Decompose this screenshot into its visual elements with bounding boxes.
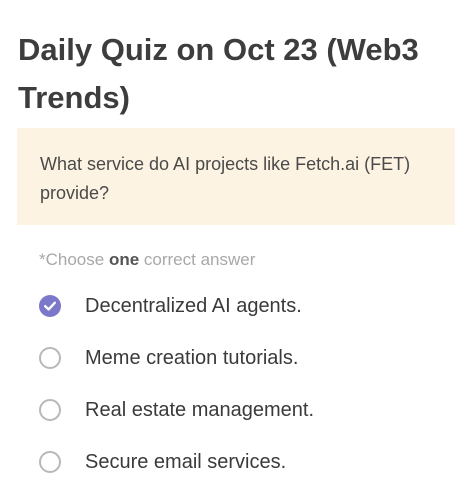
quiz-title: Daily Quiz on Oct 23 (Web3 Trends) [18, 32, 419, 115]
question-card: What service do AI projects like Fetch.a… [17, 128, 455, 225]
answer-option-label: Meme creation tutorials. [85, 346, 299, 369]
hint-prefix: *Choose [39, 250, 109, 269]
check-circle-icon[interactable] [39, 295, 61, 317]
answer-option-1[interactable]: Decentralized AI agents. [39, 280, 459, 332]
answer-option-3[interactable]: Real estate management. [39, 384, 459, 436]
answer-option-label: Real estate management. [85, 398, 315, 421]
hint-suffix: correct answer [139, 250, 256, 269]
radio-empty-icon[interactable] [39, 347, 61, 369]
answer-option-4[interactable]: Secure email services. [39, 436, 459, 488]
answer-options: Decentralized AI agents. Meme creation t… [39, 280, 459, 488]
question-text: What service do AI projects like Fetch.a… [40, 154, 411, 203]
answer-option-label: Secure email services. [85, 450, 287, 473]
quiz-page: Daily Quiz on Oct 23 (Web3 Trends) What … [0, 0, 474, 489]
answer-hint: *Choose one correct answer [39, 248, 255, 272]
hint-emphasis: one [108, 250, 140, 269]
radio-empty-icon[interactable] [39, 399, 61, 421]
radio-empty-icon[interactable] [39, 451, 61, 473]
answer-option-label: Decentralized AI agents. [85, 294, 302, 317]
answer-option-2[interactable]: Meme creation tutorials. [39, 332, 459, 384]
